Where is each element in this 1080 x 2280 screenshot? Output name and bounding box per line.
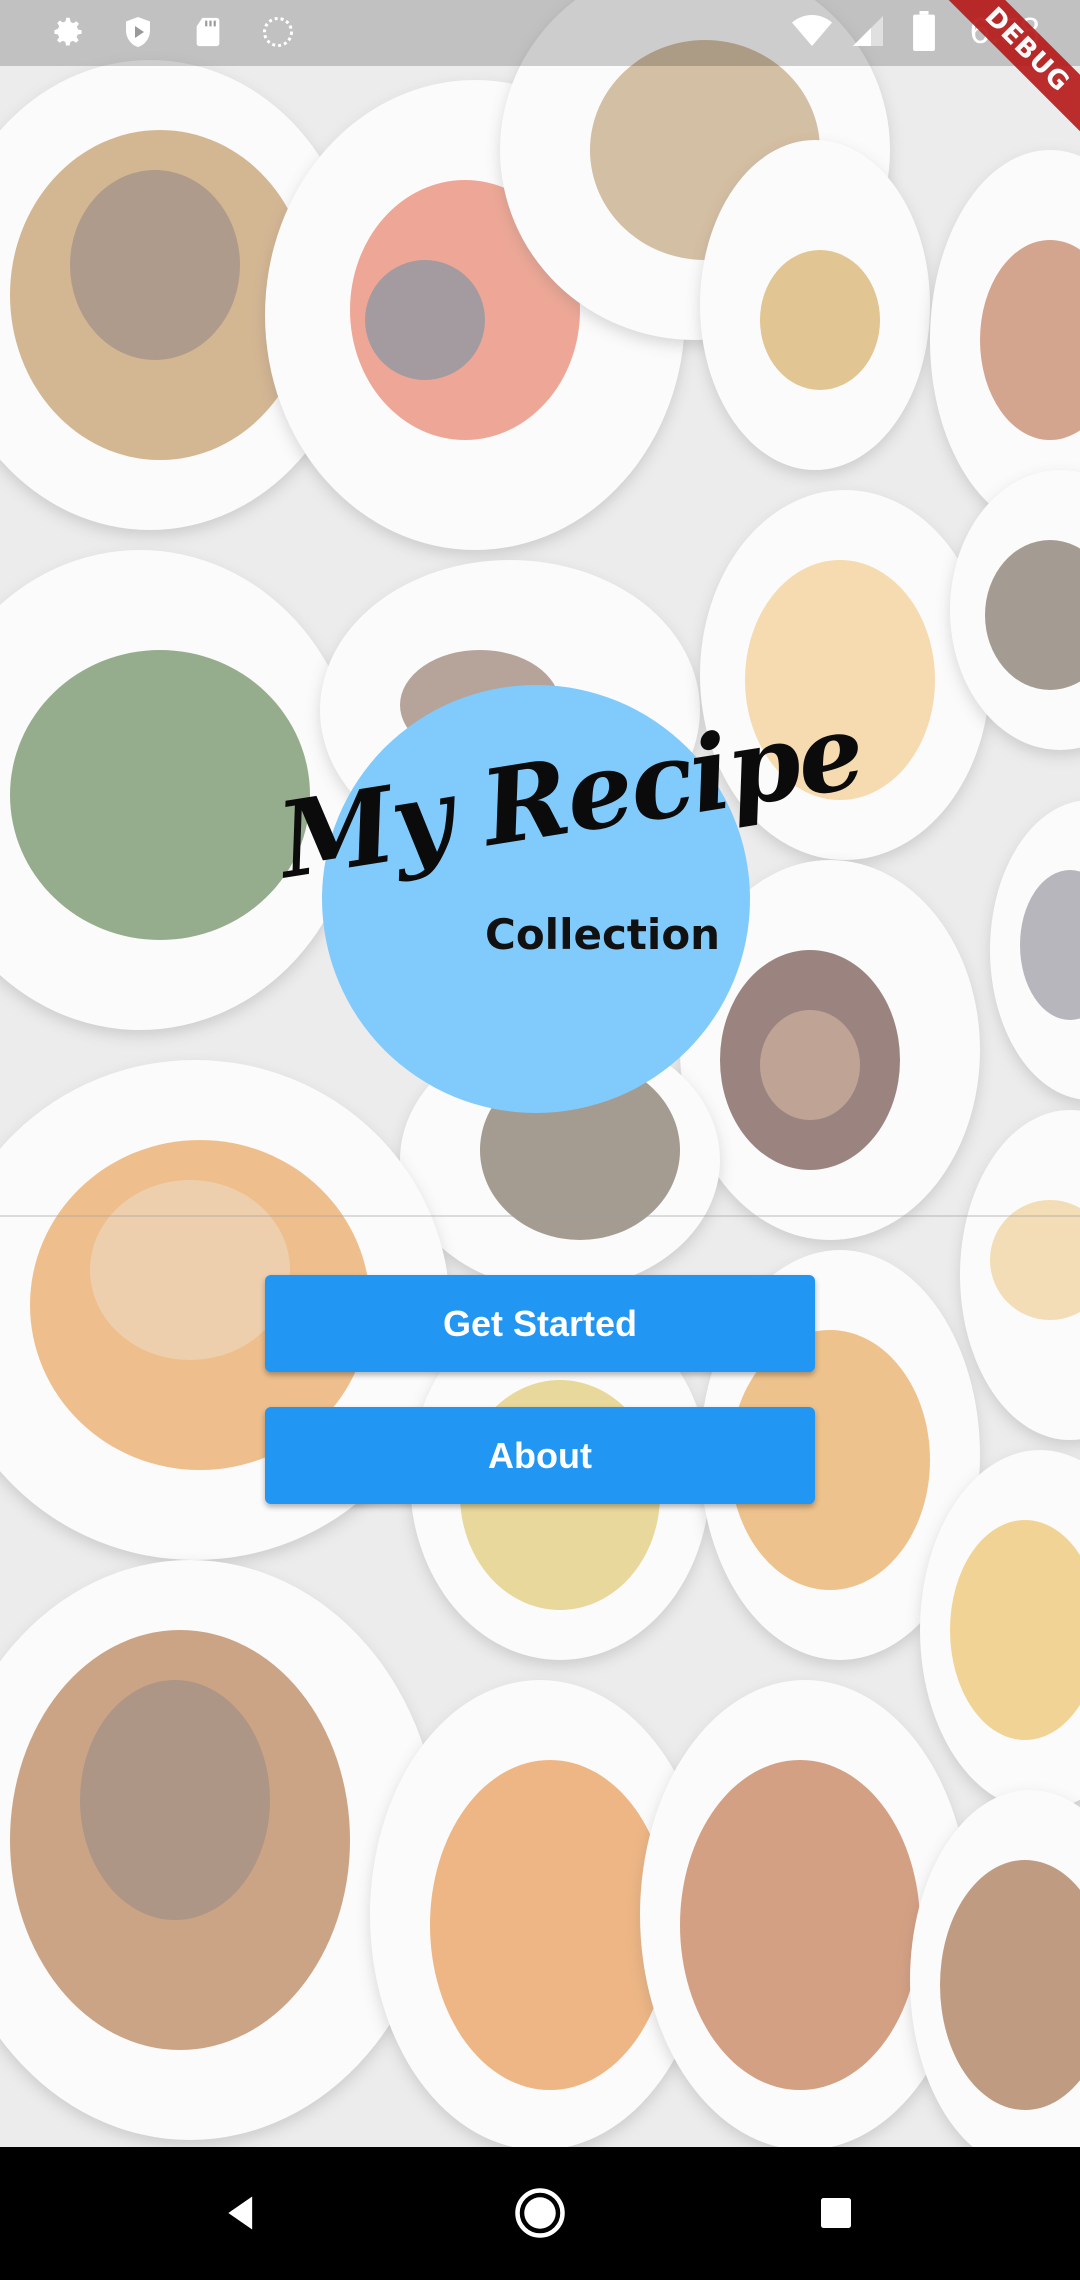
battery-icon	[904, 11, 944, 51]
get-started-button[interactable]: Get Started	[265, 1275, 815, 1372]
welcome-screen: 6:58 DEBUG My Recipe Collection Get Star…	[0, 0, 1080, 2280]
app-logo: My Recipe Collection	[270, 689, 870, 1000]
wifi-icon	[791, 11, 832, 51]
recents-icon[interactable]	[806, 2183, 866, 2243]
home-icon[interactable]	[510, 2183, 570, 2243]
sd-card-icon	[188, 12, 228, 52]
settings-icon	[48, 12, 88, 52]
logo-subtitle: Collection	[485, 910, 721, 959]
shield-icon	[118, 12, 158, 52]
navigation-bar	[0, 2147, 1080, 2280]
divider	[0, 1215, 1080, 1217]
sync-icon	[258, 12, 298, 52]
back-icon[interactable]	[213, 2183, 273, 2243]
signal-icon	[848, 11, 888, 51]
status-bar: 6:58 DEBUG	[0, 0, 1080, 146]
about-button[interactable]: About	[265, 1407, 815, 1504]
